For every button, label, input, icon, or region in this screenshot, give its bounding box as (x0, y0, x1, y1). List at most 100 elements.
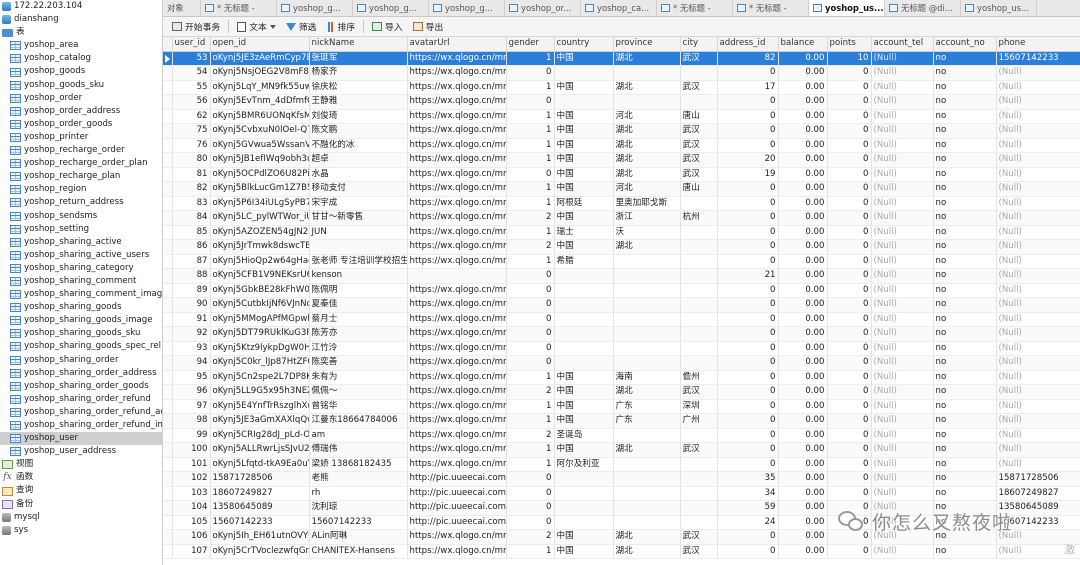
cell-avatarUrl[interactable]: http://pic.uueecai.com/uplc (407, 515, 507, 531)
cell-address-id[interactable]: 0 (717, 428, 779, 444)
cell-address-id[interactable]: 17 (717, 80, 779, 96)
cell-nickName[interactable]: 佩佩～ (309, 384, 408, 400)
cell-user-id[interactable]: 101 (172, 457, 211, 473)
cell-province[interactable] (613, 457, 681, 473)
cell-account-tel[interactable]: (Null) (871, 326, 934, 342)
nav-item-table[interactable]: yoshop_sharing_comment_image (0, 288, 162, 301)
export-button[interactable]: 导出 (408, 18, 449, 36)
cell-gender[interactable]: 2 (506, 239, 555, 255)
cell-balance[interactable]: 0.00 (778, 312, 828, 328)
cell-user-id[interactable]: 86 (172, 239, 211, 255)
column-header[interactable]: open_id (210, 37, 310, 52)
cell-open-id[interactable]: oKynj5NsjOEG2V8mF8hO (210, 65, 310, 81)
cell-account-tel[interactable]: (Null) (871, 152, 934, 168)
cell-city[interactable]: 武汉 (680, 80, 718, 96)
nav-item-table[interactable]: yoshop_user_address (0, 445, 162, 458)
cell-user-id[interactable]: 96 (172, 384, 211, 400)
cell-points[interactable]: 0 (827, 384, 872, 400)
tab-table[interactable]: yoshop_us... (809, 0, 885, 16)
row-indicator[interactable] (163, 152, 173, 168)
cell-gender[interactable]: 1 (506, 152, 555, 168)
table-row[interactable]: 84 oKynj5LC_pylWTWor_iUC 甘甘～新零售 https://wx.… (163, 210, 1080, 226)
cell-gender[interactable]: 0 (506, 355, 555, 371)
cell-open-id[interactable]: oKynj5DT79RUklKuG3P7v (210, 326, 310, 342)
cell-nickName[interactable]: 宋宇成 (309, 196, 408, 212)
row-indicator[interactable] (163, 268, 173, 284)
cell-city[interactable]: 广州 (680, 413, 718, 429)
cell-account-tel[interactable]: (Null) (871, 167, 934, 183)
cell-nickName[interactable]: 傅瑞伟 (309, 442, 408, 458)
table-row[interactable]: 82oKynj5BlkLucGm1Z7B5zr移动支付https://wx.ql… (163, 181, 1080, 197)
cell-user-id[interactable]: 103 (172, 486, 211, 502)
cell-phone[interactable]: (Null) (996, 181, 1080, 197)
cell-phone[interactable]: (Null) (996, 355, 1080, 371)
cell-open-id[interactable]: oKynj5BlkLucGm1Z7B5zr (210, 181, 310, 197)
cell-user-id[interactable]: 107 (172, 544, 211, 560)
cell-balance[interactable]: 0.00 (778, 529, 828, 545)
cell-points[interactable]: 10 (827, 51, 872, 67)
cell-country[interactable]: 中国 (554, 181, 614, 197)
cell-account-tel[interactable]: (Null) (871, 312, 934, 328)
cell-phone[interactable]: 15871728506 (996, 471, 1080, 487)
nav-item-table[interactable]: yoshop_sharing_order_goods (0, 380, 162, 393)
cell-phone[interactable]: (Null) (996, 152, 1080, 168)
row-indicator[interactable] (163, 384, 173, 400)
cell-address-id[interactable]: 0 (717, 457, 779, 473)
nav-item-table[interactable]: yoshop_sharing_active_users (0, 249, 162, 262)
cell-nickName[interactable]: 王静雅 (309, 94, 408, 110)
cell-open-id[interactable]: oKynj5BMR6UONqKfsMY (210, 109, 310, 125)
column-header[interactable]: address_id (717, 37, 779, 52)
cell-address-id[interactable]: 21 (717, 268, 779, 284)
cell-city[interactable]: 唐山 (680, 109, 718, 125)
cell-points[interactable]: 0 (827, 254, 872, 270)
cell-address-id[interactable]: 0 (717, 326, 779, 342)
table-row[interactable]: 55 oKynj5LqY_MN9fk55uwH 徐庆松 https://wx.qlog… (163, 80, 1080, 96)
cell-country[interactable] (554, 94, 614, 110)
table-row[interactable]: 101oKynj5Lfqtd-tkA9Ea0uYSD梁娇 13868182435… (163, 457, 1080, 473)
cell-nickName[interactable]: 不融化的冰 (309, 138, 408, 154)
cell-open-id[interactable]: oKynj5GbkBE28kFhW0akI (210, 283, 310, 299)
table-row[interactable]: 87 oKynj5HioQp2w64gHacG 张老师 专注培训学校招生发 https… (163, 254, 1080, 270)
cell-city[interactable] (680, 486, 718, 502)
cell-country[interactable] (554, 341, 614, 357)
cell-account-tel[interactable]: (Null) (871, 297, 934, 313)
cell-province[interactable] (613, 326, 681, 342)
cell-address-id[interactable]: 0 (717, 370, 779, 386)
cell-balance[interactable]: 0.00 (778, 457, 828, 473)
cell-address-id[interactable]: 0 (717, 196, 779, 212)
cell-user-id[interactable]: 54 (172, 65, 211, 81)
cell-balance[interactable]: 0.00 (778, 210, 828, 226)
cell-open-id[interactable]: 15871728506 (210, 471, 310, 487)
row-indicator[interactable] (163, 123, 173, 139)
row-indicator[interactable] (163, 210, 173, 226)
nav-item-table[interactable]: yoshop_recharge_plan (0, 170, 162, 183)
nav-item-table[interactable]: yoshop_sharing_goods (0, 301, 162, 314)
cell-account-no[interactable]: no (933, 457, 997, 473)
cell-account-no[interactable]: no (933, 428, 997, 444)
cell-country[interactable]: 中国 (554, 152, 614, 168)
cell-address-id[interactable]: 24 (717, 515, 779, 531)
cell-gender[interactable]: 2 (506, 384, 555, 400)
cell-address-id[interactable]: 0 (717, 312, 779, 328)
cell-gender[interactable]: 0 (506, 486, 555, 502)
cell-user-id[interactable]: 89 (172, 283, 211, 299)
cell-gender[interactable]: 1 (506, 181, 555, 197)
cell-nickName[interactable]: JUN (309, 225, 408, 241)
cell-avatarUrl[interactable]: https://wx.qlogo.cn/mmo (407, 196, 507, 212)
column-header[interactable]: account_tel (871, 37, 934, 52)
column-header[interactable]: account_no (933, 37, 997, 52)
cell-province[interactable]: 沃 (613, 225, 681, 241)
table-row[interactable]: 107oKynj5CrTVoclezwfqGrsHCHANITEX-Hansen… (163, 544, 1080, 560)
cell-balance[interactable]: 0.00 (778, 515, 828, 531)
table-row[interactable]: 76oKynj5GVwua5WssanVUC不融化的冰https://wx.ql… (163, 138, 1080, 154)
cell-balance[interactable]: 0.00 (778, 341, 828, 357)
cell-phone[interactable]: (Null) (996, 109, 1080, 125)
nav-item-folder[interactable]: 表 (0, 26, 162, 39)
cell-balance[interactable]: 0.00 (778, 283, 828, 299)
cell-user-id[interactable]: 87 (172, 254, 211, 270)
cell-nickName[interactable]: kenson (309, 268, 408, 284)
cell-gender[interactable]: 1 (506, 123, 555, 139)
cell-province[interactable]: 海南 (613, 370, 681, 386)
cell-account-tel[interactable]: (Null) (871, 239, 934, 255)
cell-account-no[interactable]: no (933, 254, 997, 270)
